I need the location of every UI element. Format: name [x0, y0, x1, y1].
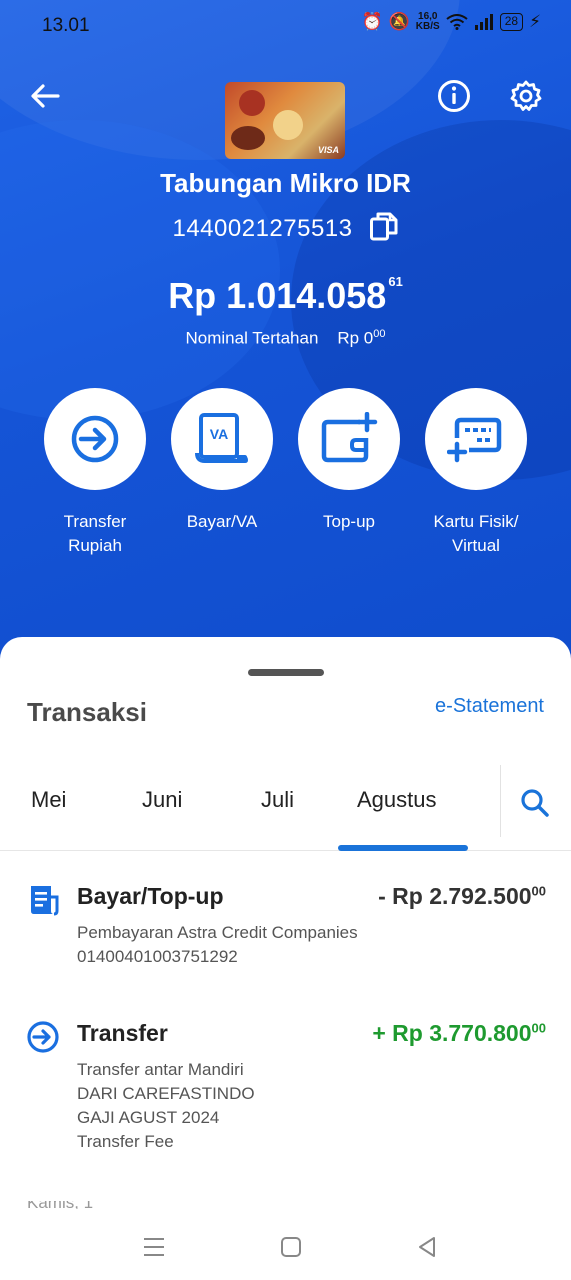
transfer-icon — [71, 415, 119, 463]
action-circle[interactable] — [44, 388, 146, 490]
action-circle[interactable] — [298, 388, 400, 490]
held-cents: 00 — [373, 328, 386, 340]
txn-amount-value: - Rp 2.792.500 — [378, 883, 532, 909]
account-number-row: 1440021275513 — [0, 210, 571, 247]
wallet-add-icon — [321, 412, 378, 463]
action-circle[interactable] — [425, 388, 527, 490]
date-group-header: Kamis, 1 Agustus 2024 — [27, 1201, 157, 1209]
balance-amount: Rp 1.014.058 — [168, 275, 387, 316]
txn-desc-line: Transfer Fee — [77, 1132, 174, 1151]
info-icon — [438, 80, 470, 112]
action-kartu-fisik-virtual[interactable]: Kartu Fisik/ Virtual — [411, 388, 541, 558]
txn-amount-cents: 00 — [531, 883, 546, 899]
txn-description: Pembayaran Astra Credit Companies 014004… — [77, 921, 358, 969]
va-icon: VA — [195, 413, 248, 463]
status-bar: 13.01 ⏰ 🔕 16,0 KB/S 28 ⚡ — [0, 0, 571, 52]
copy-button[interactable] — [369, 210, 399, 247]
status-time: 13.01 — [42, 15, 90, 36]
txn-desc-line: DARI CAREFASTINDO — [77, 1084, 255, 1103]
gear-icon — [510, 80, 542, 111]
card-add-icon — [447, 417, 502, 463]
receipt-icon — [31, 886, 59, 916]
charging-icon: ⚡ — [529, 12, 541, 31]
drag-handle[interactable] — [248, 669, 324, 676]
search-icon — [521, 789, 549, 817]
net-speed-unit: KB/S — [415, 21, 440, 32]
action-label-line1: Transfer — [63, 512, 127, 531]
txn-icon — [26, 883, 60, 917]
wifi-icon — [446, 14, 468, 30]
transactions-sheet: Transaksi e-Statement Mei Juni Juli Agus… — [0, 637, 571, 1280]
e-statement-link[interactable]: e-Statement — [435, 695, 544, 718]
card-image[interactable]: VISA — [225, 82, 345, 159]
copy-icon — [369, 212, 398, 241]
month-tabs: Mei Juni Juli Agustus — [0, 765, 571, 851]
action-top-up[interactable]: Top-up — [284, 388, 414, 534]
search-button[interactable] — [517, 785, 553, 821]
date-group-label: Kamis, 1 Agustus 2024 — [27, 1201, 157, 1209]
section-title: Transaksi — [27, 697, 147, 727]
txn-icon — [26, 1020, 60, 1054]
txn-type: Bayar/Top-up — [77, 883, 224, 909]
action-label-line2: Rupiah — [68, 536, 122, 555]
system-nav-bar — [0, 1212, 571, 1280]
transfer-icon — [27, 1021, 59, 1053]
info-button[interactable] — [434, 76, 474, 116]
action-label: Transfer Rupiah — [30, 510, 160, 558]
account-number: 1440021275513 — [172, 214, 353, 242]
balance: Rp 1.014.058 61 — [0, 274, 571, 317]
action-transfer-rupiah[interactable]: Transfer Rupiah — [30, 388, 160, 558]
txn-type: Transfer — [77, 1020, 168, 1046]
tab-juli[interactable]: Juli — [261, 787, 294, 813]
held-amount: Rp 0 — [337, 328, 374, 348]
txn-amount-cents: 00 — [531, 1020, 546, 1036]
txn-amount: - Rp 2.792.50000 — [378, 883, 546, 910]
action-label: Top-up — [284, 510, 414, 534]
txn-desc-line: Transfer antar Mandiri — [77, 1060, 244, 1079]
txn-desc-line: GAJI AGUST 2024 — [77, 1108, 220, 1127]
mute-icon: 🔕 — [388, 12, 410, 31]
tab-agustus[interactable]: Agustus — [357, 787, 437, 813]
txn-desc-line: 01400401003751292 — [77, 947, 238, 966]
net-speed: 16,0 KB/S — [416, 12, 440, 32]
square-icon — [281, 1237, 301, 1257]
held-balance: Nominal Tertahan Rp 000 — [0, 328, 571, 349]
action-circle[interactable]: VA — [171, 388, 273, 490]
triangle-back-icon — [419, 1237, 435, 1257]
txn-amount-value: + Rp 3.770.800 — [372, 1020, 532, 1046]
action-label: Kartu Fisik/ Virtual — [411, 510, 541, 558]
tab-mei[interactable]: Mei — [31, 787, 66, 813]
alarm-icon: ⏰ — [361, 12, 383, 31]
txn-description: Transfer antar Mandiri DARI CAREFASTINDO… — [77, 1058, 255, 1154]
battery-level: 28 — [499, 13, 524, 31]
svg-text:VA: VA — [210, 426, 228, 442]
action-label-line1: Top-up — [323, 512, 375, 531]
action-label-line1: Bayar/VA — [186, 512, 258, 531]
menu-icon — [144, 1238, 164, 1256]
tab-divider — [500, 765, 501, 837]
action-label-line2: Virtual — [452, 536, 500, 555]
tab-juni[interactable]: Juni — [142, 787, 182, 813]
balance-cents: 61 — [388, 274, 403, 289]
action-bayar-va[interactable]: VA Bayar/VA — [157, 388, 287, 534]
arrow-left-icon — [31, 84, 60, 108]
txn-amount: + Rp 3.770.80000 — [372, 1020, 546, 1047]
home-button[interactable] — [274, 1230, 308, 1264]
status-icons: ⏰ 🔕 16,0 KB/S 28 ⚡ — [361, 12, 541, 32]
held-label: Nominal Tertahan — [185, 328, 319, 348]
signal-icon — [474, 14, 493, 30]
back-nav-button[interactable] — [410, 1230, 444, 1264]
account-name: Tabungan Mikro IDR — [160, 168, 411, 198]
settings-button[interactable] — [506, 76, 546, 116]
card-brand: VISA — [317, 145, 339, 155]
txn-desc-line: Pembayaran Astra Credit Companies — [77, 923, 358, 942]
back-button[interactable] — [25, 76, 65, 116]
action-label-line1: Kartu Fisik/ — [433, 512, 519, 531]
action-label: Bayar/VA — [157, 510, 287, 534]
recent-apps-button[interactable] — [137, 1230, 171, 1264]
active-tab-indicator — [338, 845, 468, 851]
